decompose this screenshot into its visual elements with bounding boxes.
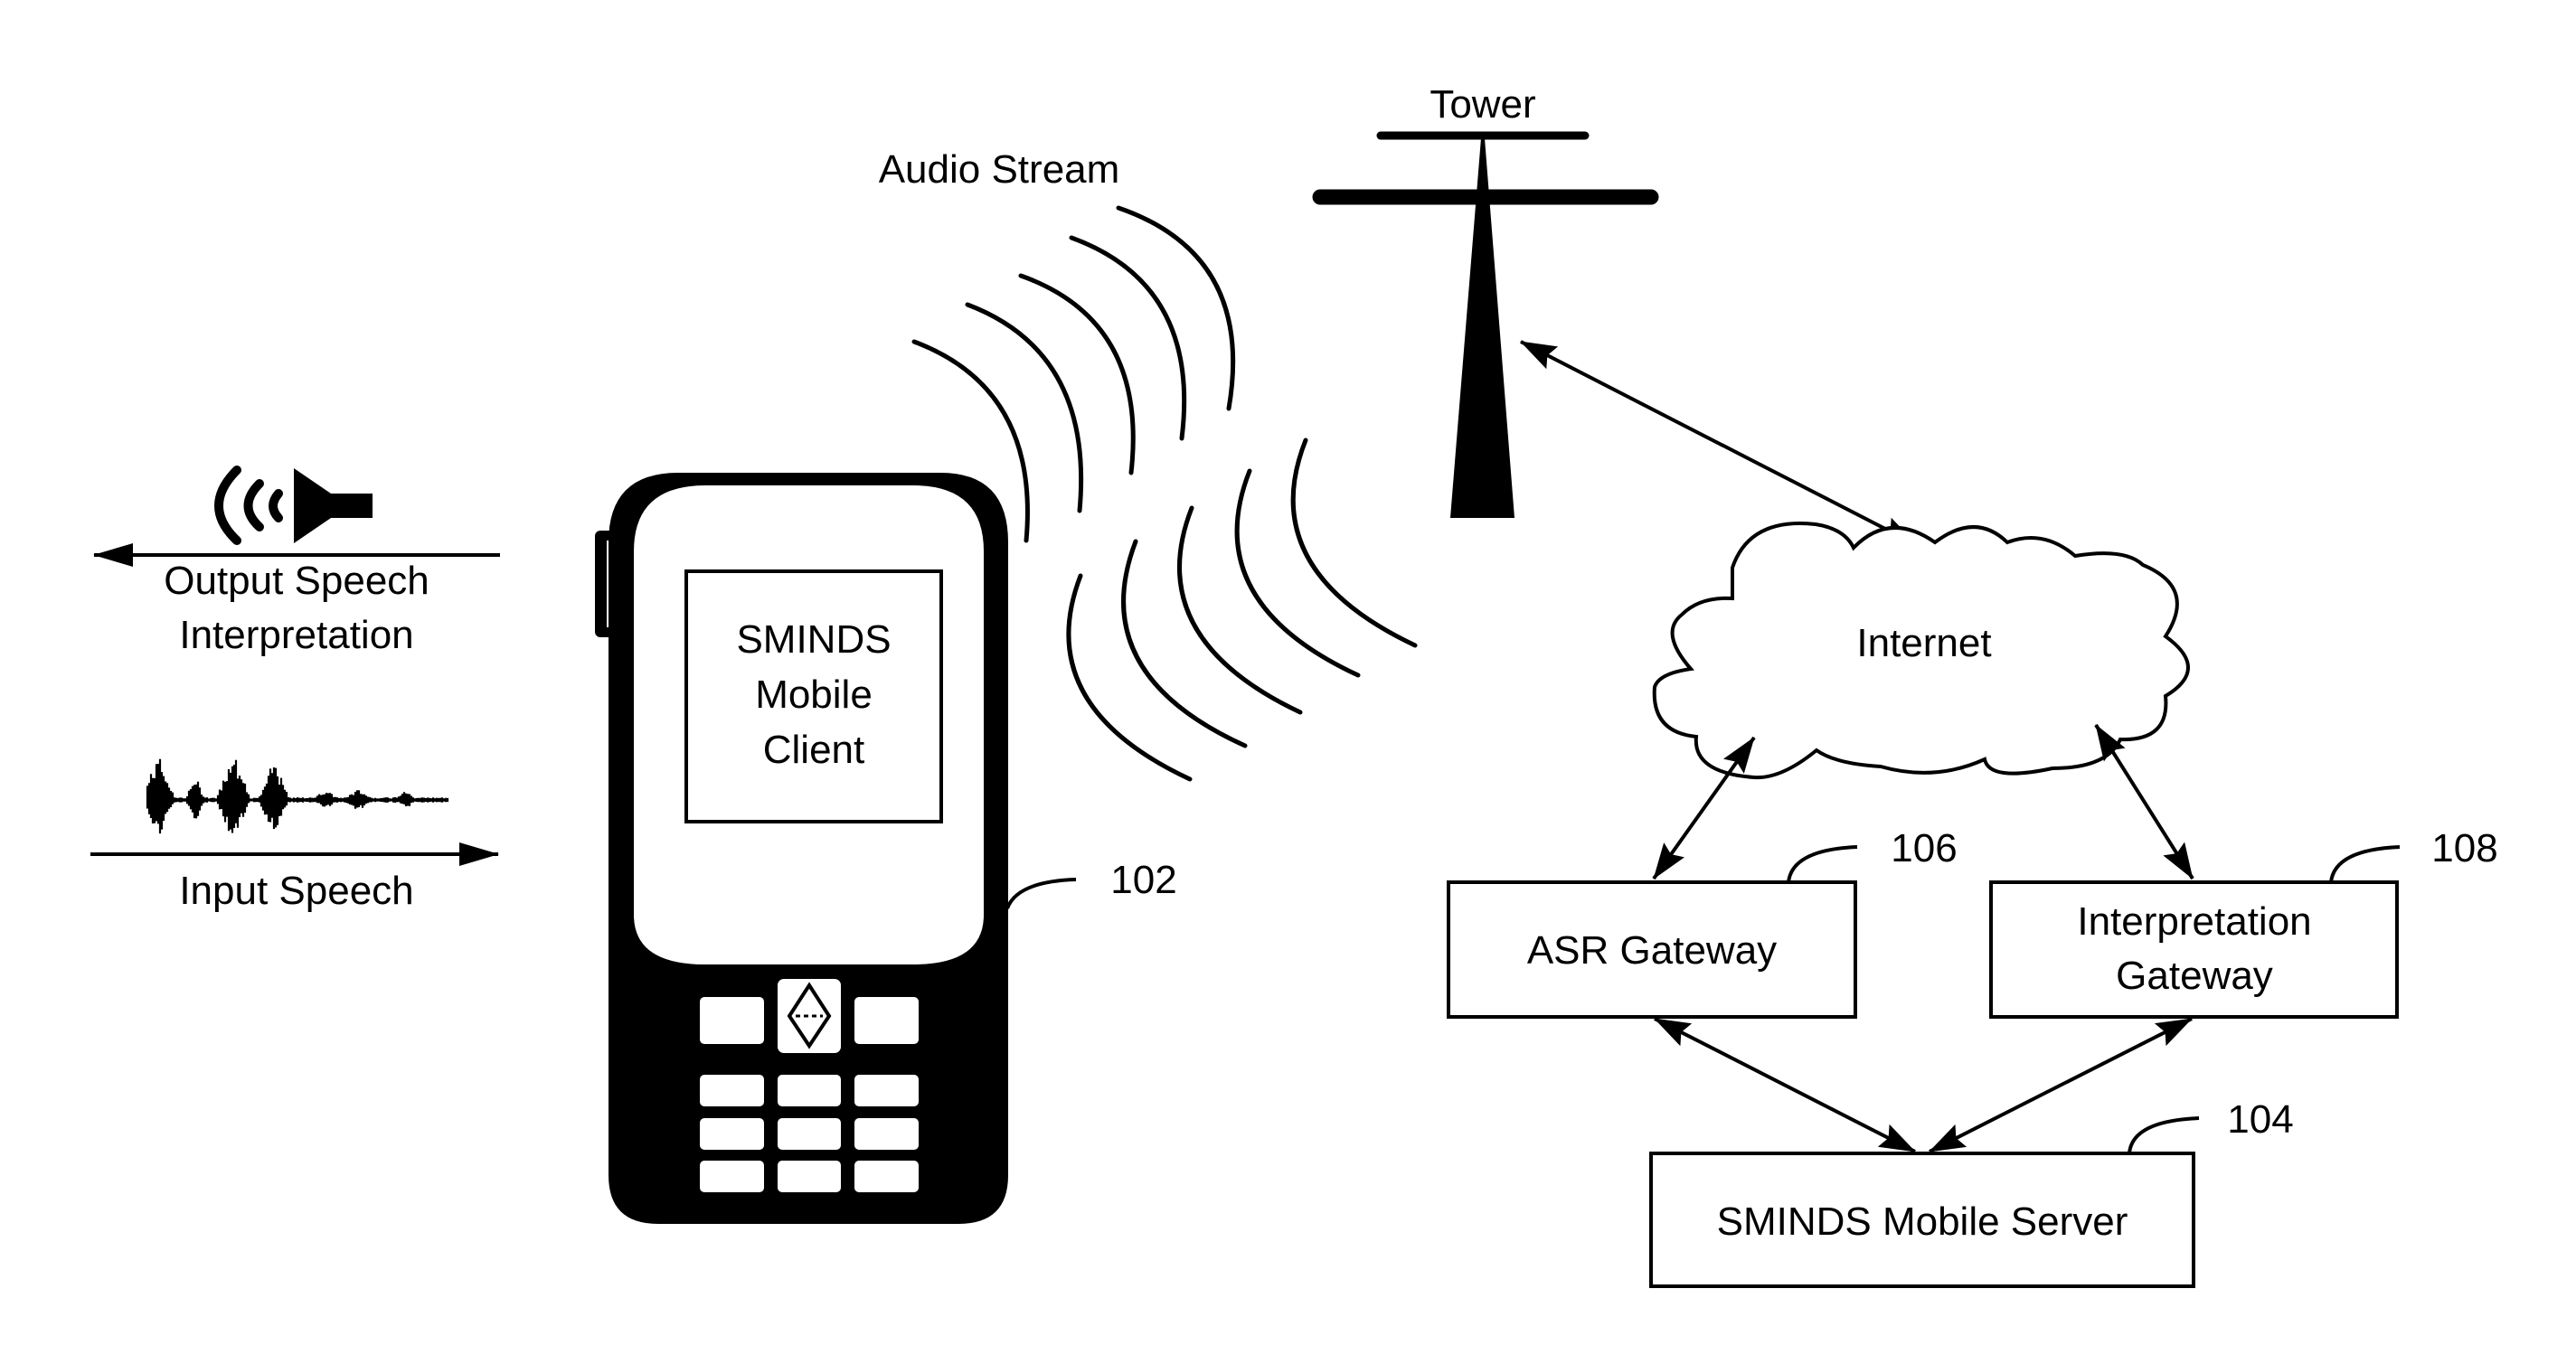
tower-label: Tower bbox=[1430, 82, 1535, 127]
keypad-key bbox=[854, 1075, 919, 1106]
ref-104-label: 104 bbox=[2227, 1097, 2293, 1142]
input-speech-label: Input Speech bbox=[179, 869, 413, 913]
internet-label: Internet bbox=[1856, 621, 1991, 665]
asr-gateway-label: ASR Gateway bbox=[1527, 928, 1777, 973]
keypad-key bbox=[854, 1118, 919, 1150]
keypad-key bbox=[778, 1161, 841, 1192]
ref-108-label: 108 bbox=[2431, 826, 2497, 870]
speaker-icon bbox=[214, 466, 373, 545]
mobile-client-label-line3: Client bbox=[763, 728, 865, 772]
audio-stream-label: Audio Stream bbox=[879, 147, 1120, 192]
mobile-client-label-line1: SMINDS bbox=[736, 617, 891, 662]
output-speech-label-line2: Interpretation bbox=[179, 613, 413, 657]
keypad-key bbox=[700, 1118, 764, 1150]
mobile-server-label: SMINDS Mobile Server bbox=[1717, 1199, 2128, 1244]
ref-104-leader bbox=[2128, 1116, 2200, 1154]
waveform-trace bbox=[146, 758, 449, 834]
interpretation-gateway-label-line1: Interpretation bbox=[2077, 899, 2311, 944]
ref-106-leader bbox=[1787, 845, 1858, 883]
tower-icon bbox=[1312, 131, 1659, 518]
asr-server-arrow bbox=[1654, 1017, 1916, 1153]
audio-stream-waves-lower bbox=[1066, 437, 1418, 782]
mobile-client-label-line2: Mobile bbox=[755, 673, 873, 717]
ref-102-leader bbox=[1005, 878, 1077, 909]
keypad-key bbox=[854, 1161, 919, 1192]
system-diagram: Output Speech Interpretation Input Speec… bbox=[90, 82, 2498, 1288]
keypad-key bbox=[700, 1161, 764, 1192]
ref-108-leader bbox=[2329, 845, 2401, 883]
keypad-key bbox=[778, 1075, 841, 1106]
interpretation-server-arrow bbox=[1929, 1017, 2193, 1153]
output-speech-label: Output Speech bbox=[164, 559, 429, 603]
tower-internet-arrow bbox=[1520, 340, 1918, 547]
internet-interpretation-arrow bbox=[2094, 723, 2194, 880]
ref-106-label: 106 bbox=[1891, 826, 1957, 870]
waveform-icon bbox=[146, 758, 449, 834]
keypad-key bbox=[778, 1118, 841, 1150]
ref-102-label: 102 bbox=[1110, 858, 1176, 902]
interpretation-gateway-label-line2: Gateway bbox=[2116, 954, 2273, 998]
keypad-key bbox=[700, 1075, 764, 1106]
